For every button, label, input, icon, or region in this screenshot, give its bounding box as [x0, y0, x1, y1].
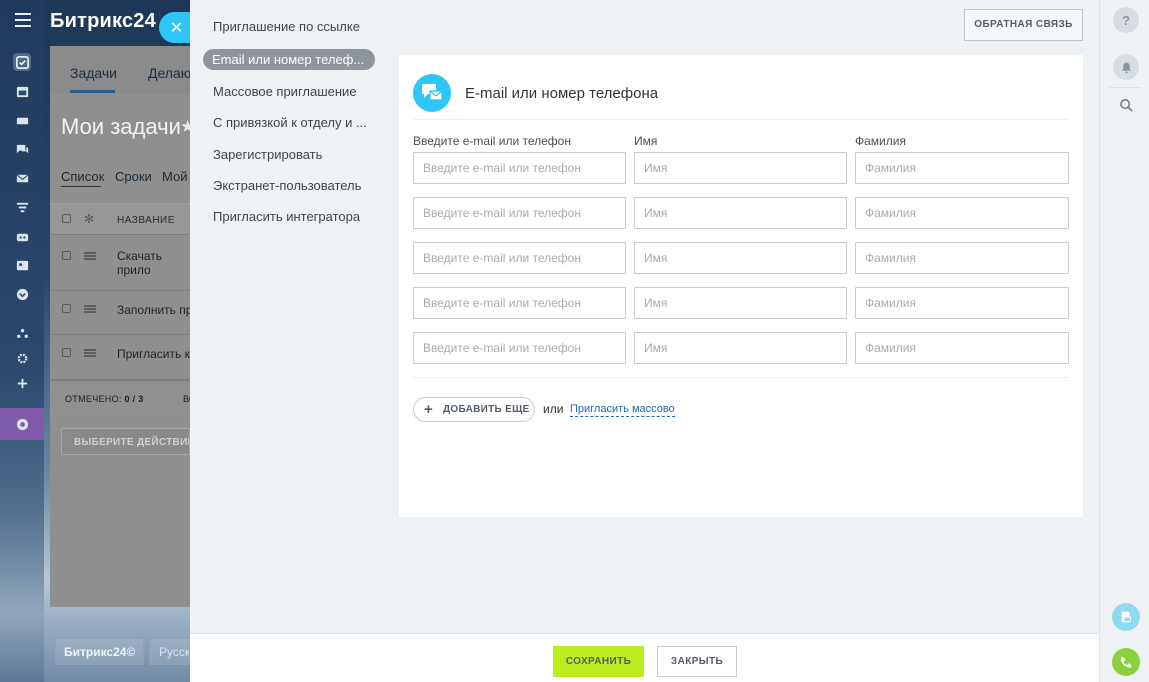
right-rail-divider	[1109, 87, 1141, 88]
structure-icon[interactable]	[13, 324, 31, 342]
language-button[interactable]: Русск	[149, 638, 190, 665]
menu-item-email-phone[interactable]: Email или номер телеф...	[203, 49, 375, 70]
action-select[interactable]: ВЫБЕРИТЕ ДЕЙСТВИЕ	[61, 428, 190, 455]
last-name-input-3[interactable]	[855, 242, 1069, 274]
table-header: ✻ НАЗВАНИЕ	[50, 203, 190, 235]
last-name-input-2[interactable]	[855, 197, 1069, 229]
contact-card-icon[interactable]	[13, 256, 31, 274]
marked-counter: ОТМЕЧЕНО: 0 / 3	[65, 394, 144, 404]
tab-tasks[interactable]: Задачи	[70, 65, 117, 81]
task-title[interactable]: Скачать прило Битрикс24	[117, 249, 190, 277]
gear-icon[interactable]: ✻	[84, 212, 94, 226]
task-title[interactable]: Заполнить пр	[117, 303, 190, 317]
menu-item-register[interactable]: Зарегистрировать	[203, 138, 378, 169]
tab-doing[interactable]: Делаю	[148, 65, 191, 81]
menu-item-extranet[interactable]: Экстранет-пользователь	[203, 169, 378, 200]
contact-input-2[interactable]	[413, 197, 626, 229]
row-checkbox[interactable]	[62, 251, 71, 260]
table-row[interactable]: Скачать прило Битрикс24	[50, 236, 190, 291]
save-button[interactable]: СОХРАНИТЬ	[553, 646, 644, 677]
phone-icon[interactable]	[1112, 648, 1140, 676]
footer-brand-button[interactable]: Битрикс24©	[55, 638, 144, 665]
filter-mine[interactable]: Мой	[162, 169, 187, 184]
close-slider-button[interactable]: ✕	[159, 12, 198, 43]
first-name-input-1[interactable]	[634, 152, 847, 184]
select-all-checkbox[interactable]	[62, 214, 71, 223]
last-name-input-4[interactable]	[855, 287, 1069, 319]
close-button[interactable]: ЗАКРЫТЬ	[657, 646, 737, 677]
left-rail	[0, 0, 44, 682]
tasks-icon[interactable]	[13, 53, 31, 71]
apps-icon[interactable]	[13, 415, 31, 433]
first-name-input-3[interactable]	[634, 242, 847, 274]
form-header: E-mail или номер телефона	[413, 74, 1069, 120]
contact-input-3[interactable]	[413, 242, 626, 274]
first-name-input-2[interactable]	[634, 197, 847, 229]
last-name-input-5[interactable]	[855, 332, 1069, 364]
marked-label: ОТМЕЧЕНО:	[65, 394, 122, 404]
column-label-last-name: Фамилия	[855, 134, 906, 148]
table-footer: ОТМЕЧЕНО: 0 / 3 ВС	[50, 380, 195, 418]
marked-value: 0 / 3	[124, 394, 144, 404]
filter-deadlines[interactable]: Сроки	[115, 169, 152, 184]
filter-underline	[61, 186, 101, 187]
bell-icon[interactable]	[1113, 54, 1139, 80]
filter-icon[interactable]	[13, 198, 31, 216]
filter-list[interactable]: Список	[61, 169, 104, 184]
drive-icon[interactable]	[13, 111, 31, 129]
drag-handle-icon[interactable]	[84, 305, 96, 313]
menu-item-link-invite[interactable]: Приглашение по ссылке	[203, 10, 378, 44]
mail-icon[interactable]	[13, 169, 31, 187]
drag-handle-icon[interactable]	[84, 252, 96, 260]
add-more-label: ДОБАВИТЬ ЕЩЕ	[443, 404, 530, 415]
table-row[interactable]: Пригласить ко	[50, 335, 190, 380]
mass-invite-link[interactable]: Пригласить массово	[570, 403, 675, 417]
chevron-down-circle-icon[interactable]	[13, 285, 31, 303]
settings-icon[interactable]	[13, 349, 31, 367]
task-title[interactable]: Пригласить ко	[117, 347, 190, 361]
first-name-input-4[interactable]	[634, 287, 847, 319]
invite-menu: Приглашение по ссылке Email или номер те…	[203, 10, 378, 231]
contact-input-4[interactable]	[413, 287, 626, 319]
search-icon[interactable]	[1113, 92, 1139, 118]
column-label-first-name: Имя	[634, 134, 658, 148]
invite-form-card: E-mail или номер телефона Введите e-mail…	[399, 55, 1083, 517]
close-icon: ✕	[169, 19, 184, 37]
plus-icon: +	[424, 401, 434, 418]
help-icon[interactable]: ?	[1113, 7, 1139, 33]
feedback-button[interactable]: ОБРАТНАЯ СВЯЗЬ	[964, 9, 1083, 41]
plus-icon[interactable]	[13, 374, 31, 392]
menu-icon[interactable]	[15, 13, 31, 27]
row-checkbox[interactable]	[62, 348, 71, 357]
menu-item-integrator[interactable]: Пригласить интегратора	[203, 200, 378, 231]
robot-icon[interactable]	[13, 227, 31, 245]
or-text: или	[543, 402, 564, 416]
bottom-action-bar	[190, 633, 1099, 682]
tasks-tabs: Задачи Делаю	[50, 46, 191, 94]
chat-icon[interactable]	[13, 140, 31, 158]
row-checkbox[interactable]	[62, 304, 71, 313]
drag-handle-icon[interactable]	[84, 349, 96, 357]
first-name-input-5[interactable]	[634, 332, 847, 364]
page-title: Мои задачи	[61, 114, 181, 139]
disk-icon[interactable]	[1112, 603, 1140, 631]
column-label-contact: Введите e-mail или телефон	[413, 134, 571, 148]
table-row[interactable]: Заполнить пр	[50, 291, 190, 335]
contact-input-1[interactable]	[413, 152, 626, 184]
brand-logo[interactable]: Битрикс24	[50, 10, 156, 33]
chat-envelope-icon	[413, 74, 451, 112]
column-name-header[interactable]: НАЗВАНИЕ	[117, 215, 175, 226]
menu-item-department[interactable]: С привязкой к отделу и ...	[203, 106, 378, 137]
calendar-icon[interactable]	[13, 82, 31, 100]
contact-input-5[interactable]	[413, 332, 626, 364]
right-rail: ?	[1099, 0, 1149, 682]
active-tab-underline	[70, 90, 115, 93]
form-divider	[413, 377, 1069, 378]
last-name-input-1[interactable]	[855, 152, 1069, 184]
form-title: E-mail или номер телефона	[465, 85, 659, 102]
menu-item-mass-invite[interactable]: Массовое приглашение	[203, 75, 378, 106]
add-more-button[interactable]: + ДОБАВИТЬ ЕЩЕ	[413, 397, 535, 422]
